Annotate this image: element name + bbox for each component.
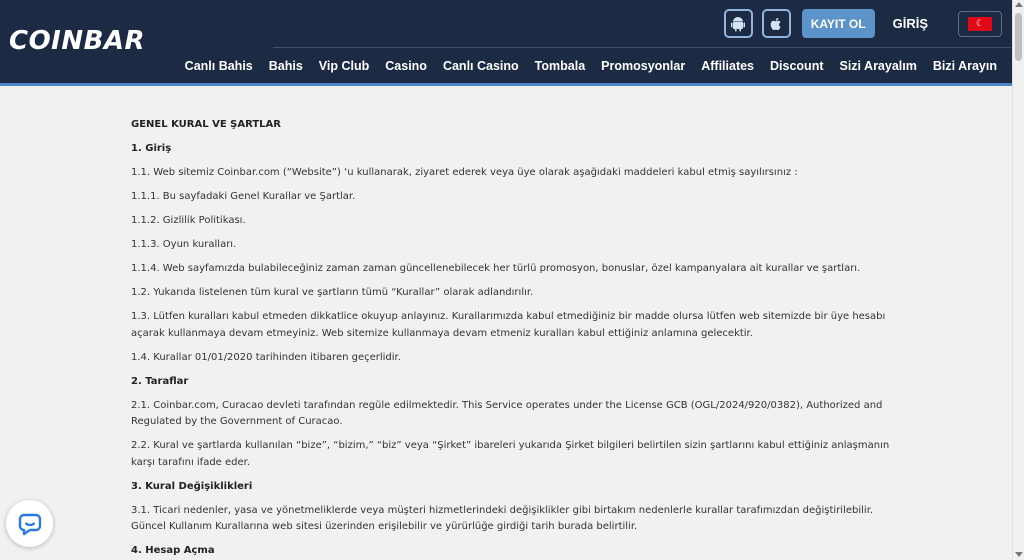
apple-icon [770, 17, 781, 30]
paragraph: 2.2. Kural ve şartlarda kullanılan “bize… [131, 440, 890, 468]
paragraph: 1.1.2. Gizlilik Politikası. [131, 215, 246, 226]
live-chat-button[interactable] [6, 500, 53, 547]
header-divider [273, 47, 1011, 48]
document-body: 1. Giriş 1.1. Web sitemiz Coinbar.com (“W… [131, 141, 891, 560]
chat-bubble-icon [18, 513, 41, 535]
nav-canli-casino[interactable]: Canlı Casino [443, 59, 519, 73]
nav-sizi-arayalim[interactable]: Sizi Arayalım [840, 59, 917, 73]
paragraph: 1.3. Lütfen kuralları kabul etmeden dikk… [131, 311, 886, 339]
logo-text: COINBAR [9, 26, 146, 56]
register-button[interactable]: KAYIT OL [801, 9, 875, 38]
section-heading: 2. Taraflar [131, 375, 189, 387]
paragraph: 2.1. Coinbar.com, Curacao devleti tarafı… [131, 399, 883, 428]
paragraph: 1.1. Web sitemiz Coinbar.com (“Website”)… [131, 167, 798, 178]
paragraph: 1.2. Yukarıda listelenen tüm kural ve şa… [131, 287, 534, 298]
scroll-down-arrow-icon[interactable] [1015, 552, 1023, 557]
terms-document: GENEL KURAL VE ŞARTLAR 1. Giriş 1.1. Web … [131, 117, 891, 560]
page-scrollbar[interactable] [1012, 0, 1024, 560]
nav-bizi-arayin[interactable]: Bizi Arayın [933, 59, 997, 73]
header-topbar: KAYIT OL GİRİŞ ☾ [723, 9, 1002, 38]
nav-affiliates[interactable]: Affiliates [701, 59, 754, 73]
section-heading: 4. Hesap Açma [131, 545, 215, 556]
nav-tombala[interactable]: Tombala [535, 59, 585, 73]
turkey-flag-icon: ☾ [968, 16, 992, 31]
site-header: COINBAR KAYIT OL GİRİŞ ☾ Canlı Bahis Bah… [0, 0, 1012, 83]
nav-discount[interactable]: Discount [770, 59, 823, 73]
paragraph: 1.1.1. Bu sayfadaki Genel Kurallar ve Şa… [131, 191, 356, 202]
scroll-thumb[interactable] [1015, 13, 1022, 61]
paragraph: 3.1. Ticari nedenler, yasa ve yönetmelik… [131, 504, 874, 533]
section-heading: 1. Giriş [131, 143, 172, 154]
coinbar-logo[interactable]: COINBAR [9, 26, 145, 56]
nav-promosyonlar[interactable]: Promosyonlar [601, 59, 685, 73]
paragraph: 1.1.4. Web sayfamızda bulabileceğiniz za… [131, 263, 861, 274]
paragraph: 1.4. Kurallar 01/01/2020 tarihinden itib… [131, 351, 401, 363]
main-content: GENEL KURAL VE ŞARTLAR 1. Giriş 1.1. Web … [0, 86, 1012, 560]
document-title: GENEL KURAL VE ŞARTLAR [131, 119, 281, 130]
android-app-button[interactable] [723, 9, 753, 38]
nav-casino[interactable]: Casino [385, 59, 427, 73]
section-heading: 3. Kural Değişiklikleri [131, 480, 253, 492]
nav-canli-bahis[interactable]: Canlı Bahis [185, 59, 253, 73]
main-nav: Canlı Bahis Bahis Vip Club Casino Canlı … [169, 57, 997, 75]
scroll-up-arrow-icon[interactable] [1015, 2, 1023, 7]
nav-bahis[interactable]: Bahis [269, 59, 303, 73]
nav-vip-club[interactable]: Vip Club [319, 59, 369, 73]
paragraph: 1.1.3. Oyun kuralları. [131, 239, 237, 250]
language-selector[interactable]: ☾ [958, 10, 1002, 37]
login-button[interactable]: GİRİŞ [893, 16, 928, 31]
ios-app-button[interactable] [761, 9, 791, 38]
android-icon [731, 16, 746, 31]
